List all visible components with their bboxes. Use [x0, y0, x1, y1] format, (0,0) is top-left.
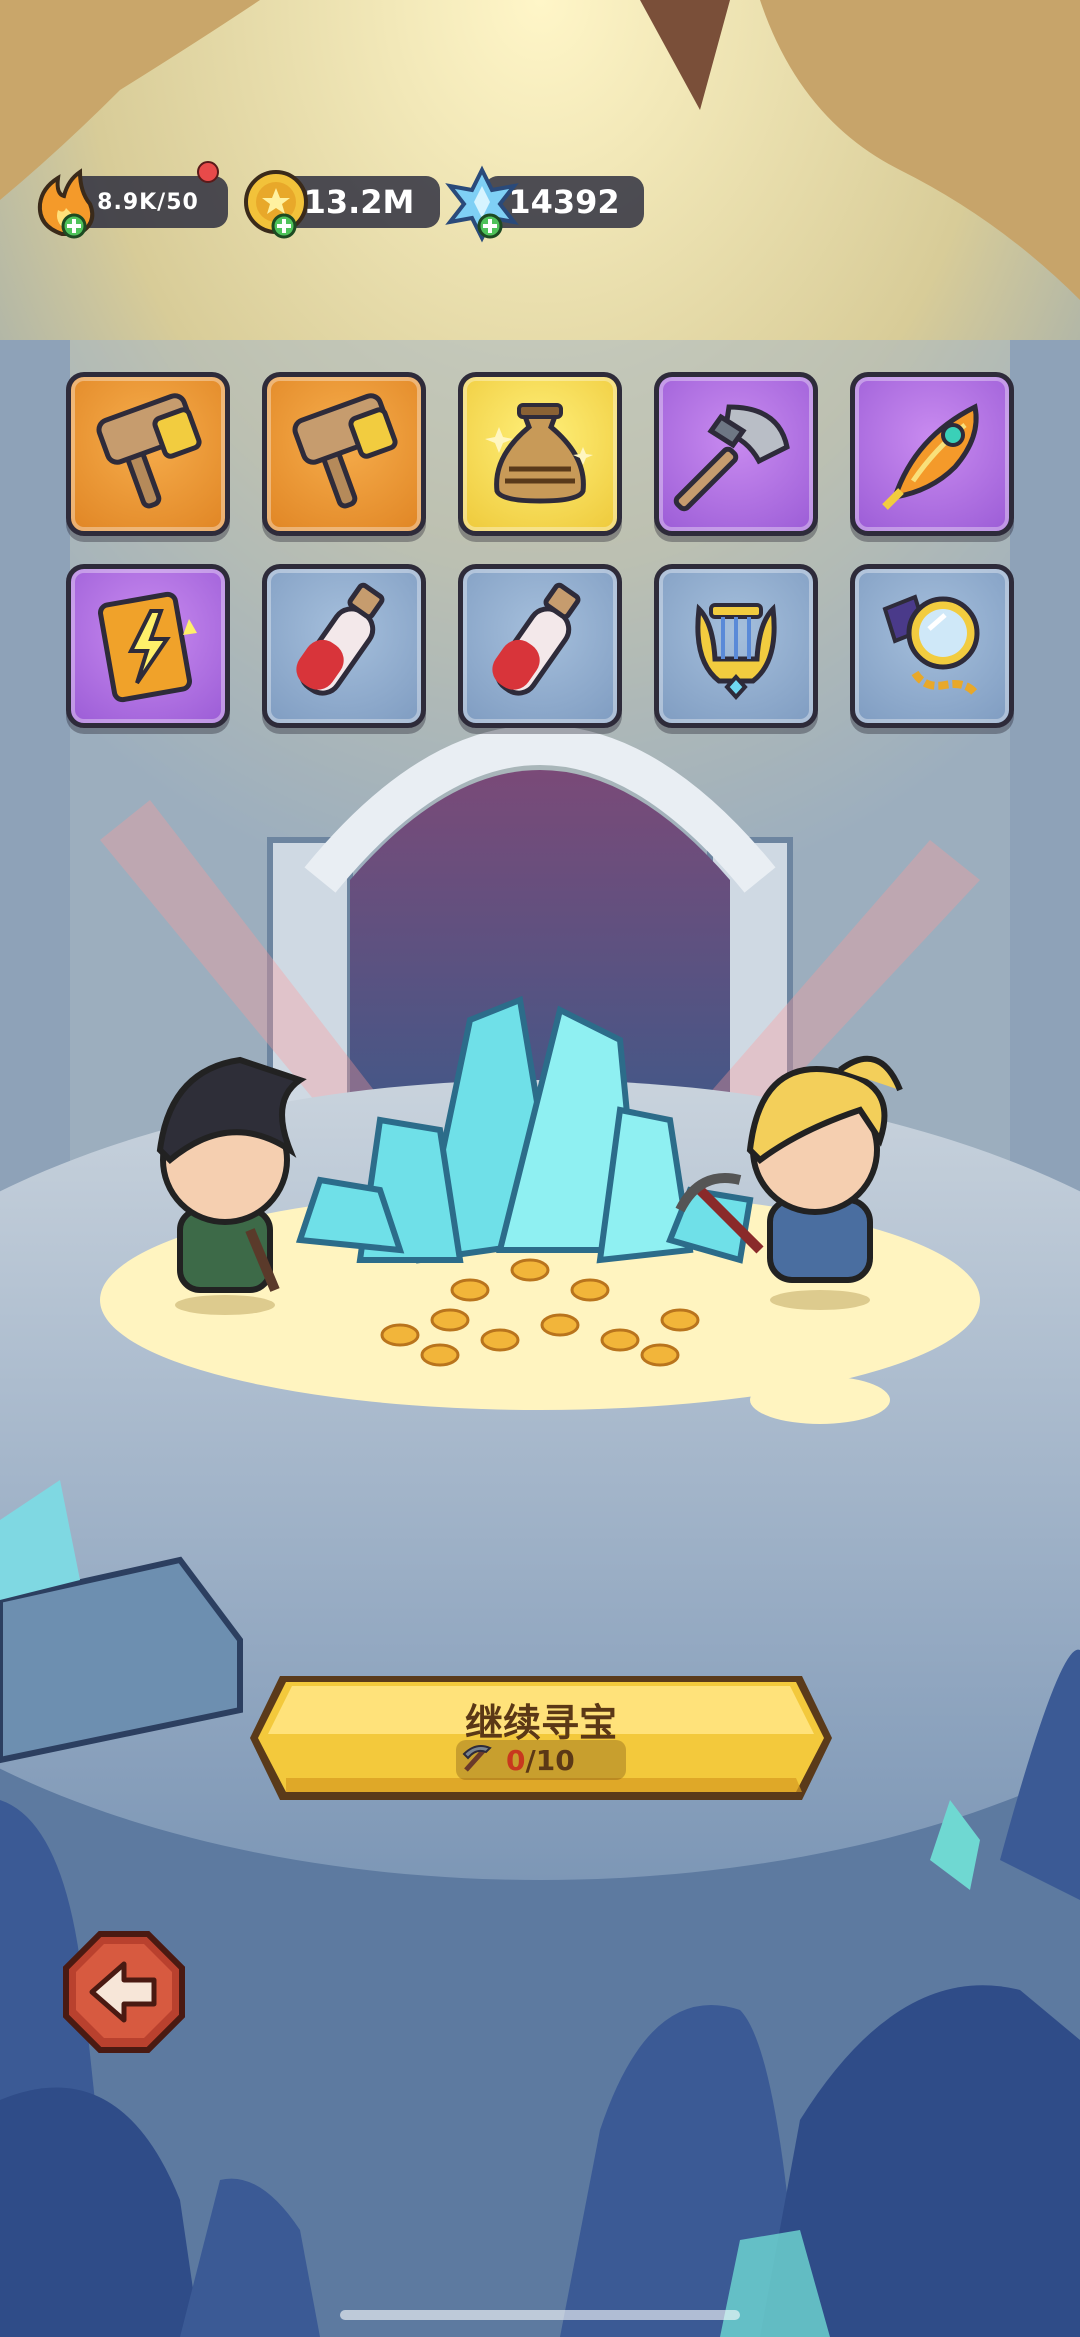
war-hammer-icon	[292, 393, 398, 509]
plus-icon	[271, 213, 297, 239]
reward-slot-7[interactable]	[262, 564, 426, 728]
reward-slot-4[interactable]	[654, 372, 818, 536]
fire-feather-icon	[882, 403, 979, 510]
notification-dot-icon	[197, 161, 219, 183]
magic-mirror-icon	[882, 594, 980, 696]
plus-icon	[61, 213, 87, 239]
home-indicator[interactable]	[340, 2310, 740, 2320]
reward-slot-6[interactable]	[66, 564, 230, 728]
reward-slot-9[interactable]	[654, 564, 818, 728]
war-hammer-icon	[96, 393, 202, 509]
sand-bag-icon	[485, 403, 593, 504]
blue-crystal-icon	[445, 165, 519, 243]
back-button[interactable]	[62, 1930, 186, 2054]
energy-counter[interactable]: 8.9K/50	[28, 161, 228, 239]
reward-slot-3[interactable]	[458, 372, 622, 536]
gold-counter[interactable]: 13.2M	[238, 170, 440, 239]
gold-coin-icon	[244, 170, 308, 239]
continue-label: 继续寻宝	[464, 1701, 617, 1745]
plus-icon	[477, 213, 503, 239]
red-potion-icon	[492, 582, 581, 696]
progress-total: /10	[525, 1744, 575, 1777]
golden-lyre-icon	[695, 603, 777, 700]
battle-axe-icon	[673, 404, 790, 512]
reward-slot-5[interactable]	[850, 372, 1014, 536]
pickaxe-icon	[462, 1745, 492, 1772]
progress-current: 0	[506, 1744, 526, 1777]
flame-icon	[37, 168, 95, 239]
gem-counter[interactable]: 14392	[444, 165, 644, 243]
reward-slot-1[interactable]	[66, 372, 230, 536]
red-potion-icon	[296, 582, 385, 696]
pickaxe-counter: 0/10	[456, 1740, 626, 1780]
reward-slot-2[interactable]	[262, 372, 426, 536]
continue-treasure-hunt-button[interactable]: 继续寻宝 0/10	[246, 1672, 836, 1804]
lightning-tome-icon	[98, 591, 197, 703]
reward-slot-8[interactable]	[458, 564, 622, 728]
reward-slot-10[interactable]	[850, 564, 1014, 728]
